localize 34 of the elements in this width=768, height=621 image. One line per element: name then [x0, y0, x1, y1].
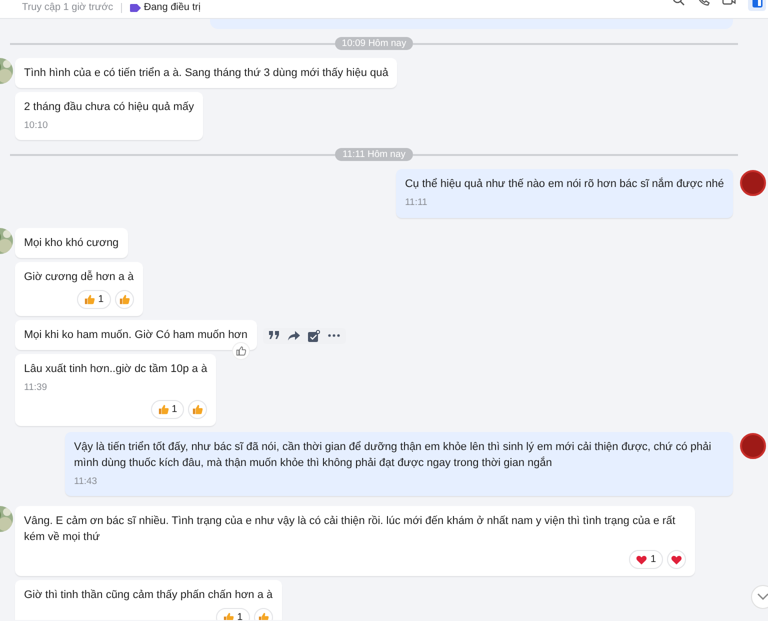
reaction-count[interactable]: 1 [629, 550, 663, 569]
reaction-button[interactable] [114, 290, 134, 308]
reaction-count[interactable]: 1 [77, 290, 111, 308]
message-text: Vậy là tiến triển tốt đấy, như bác sĩ đã nói, cần thời gian để dưỡng thận em khỏe lên thì sinh lý em mới cải thiện được, chứ có phải mình dùng thuốc kích đâu, mà thận muốn khỏe thì không phải đạt được ngay trong thời gian ngắn [74, 440, 712, 471]
message-time: 11:39 [24, 380, 48, 394]
quote-icon[interactable] [268, 331, 280, 340]
message-text: Giờ cương dễ hơn a à [24, 270, 134, 284]
more-icon[interactable] [328, 334, 340, 337]
message-text: Lâu xuất tinh hơn..giờ dc tầm 10p a à [24, 362, 208, 376]
message-time: 10:10 [24, 119, 49, 133]
message-text: Cụ thể hiệu quả như thế nào em nói rõ hơn bác sĩ nắm được nhé [404, 176, 724, 192]
reaction-count[interactable]: 1 [216, 608, 250, 620]
last-seen-text: Truy cập 1 giờ trước [22, 1, 114, 15]
time-divider: 10:09 Hôm nay [334, 37, 414, 50]
status-tag: Đang điều trị [130, 0, 201, 16]
tag-icon [130, 4, 142, 12]
like-button[interactable] [232, 342, 249, 358]
reaction-button[interactable] [667, 550, 686, 569]
message-time: 11:11 [404, 196, 428, 210]
thumbs-up-icon [236, 346, 246, 356]
chevron-down-icon [757, 593, 768, 601]
scroll-down-button[interactable] [751, 585, 768, 609]
message-time: 11:43 [74, 474, 98, 489]
message-text: Giờ thì tinh thần cũng cảm thấy phấn chấn hơn a à [24, 588, 273, 603]
message-text: Mọi khi ko ham muốn. Giờ Có ham muốn hơn [24, 328, 248, 342]
task-icon[interactable] [308, 330, 320, 342]
message-text: Mọi kho khó cương [24, 236, 119, 250]
message-text: Tình hình của e có tiến triển a à. Sang tháng thứ 3 dùng mới thấy hiệu quả [24, 66, 388, 81]
reaction-button[interactable] [188, 400, 208, 419]
message-text: Vâng. E cảm ơn bác sĩ nhiều. Tình trạng của e như vậy là có cải thiện rồi. lúc mới đến khám ở nhất nam y viện thì tình trạng của e rất kém về mọi thứ [24, 514, 676, 545]
forward-icon[interactable] [288, 330, 300, 340]
time-divider: 11:11 Hôm nay [335, 148, 413, 162]
message-text: 2 tháng đầu chưa có hiệu quả mấy [24, 100, 194, 115]
reaction-count[interactable]: 1 [150, 400, 184, 419]
